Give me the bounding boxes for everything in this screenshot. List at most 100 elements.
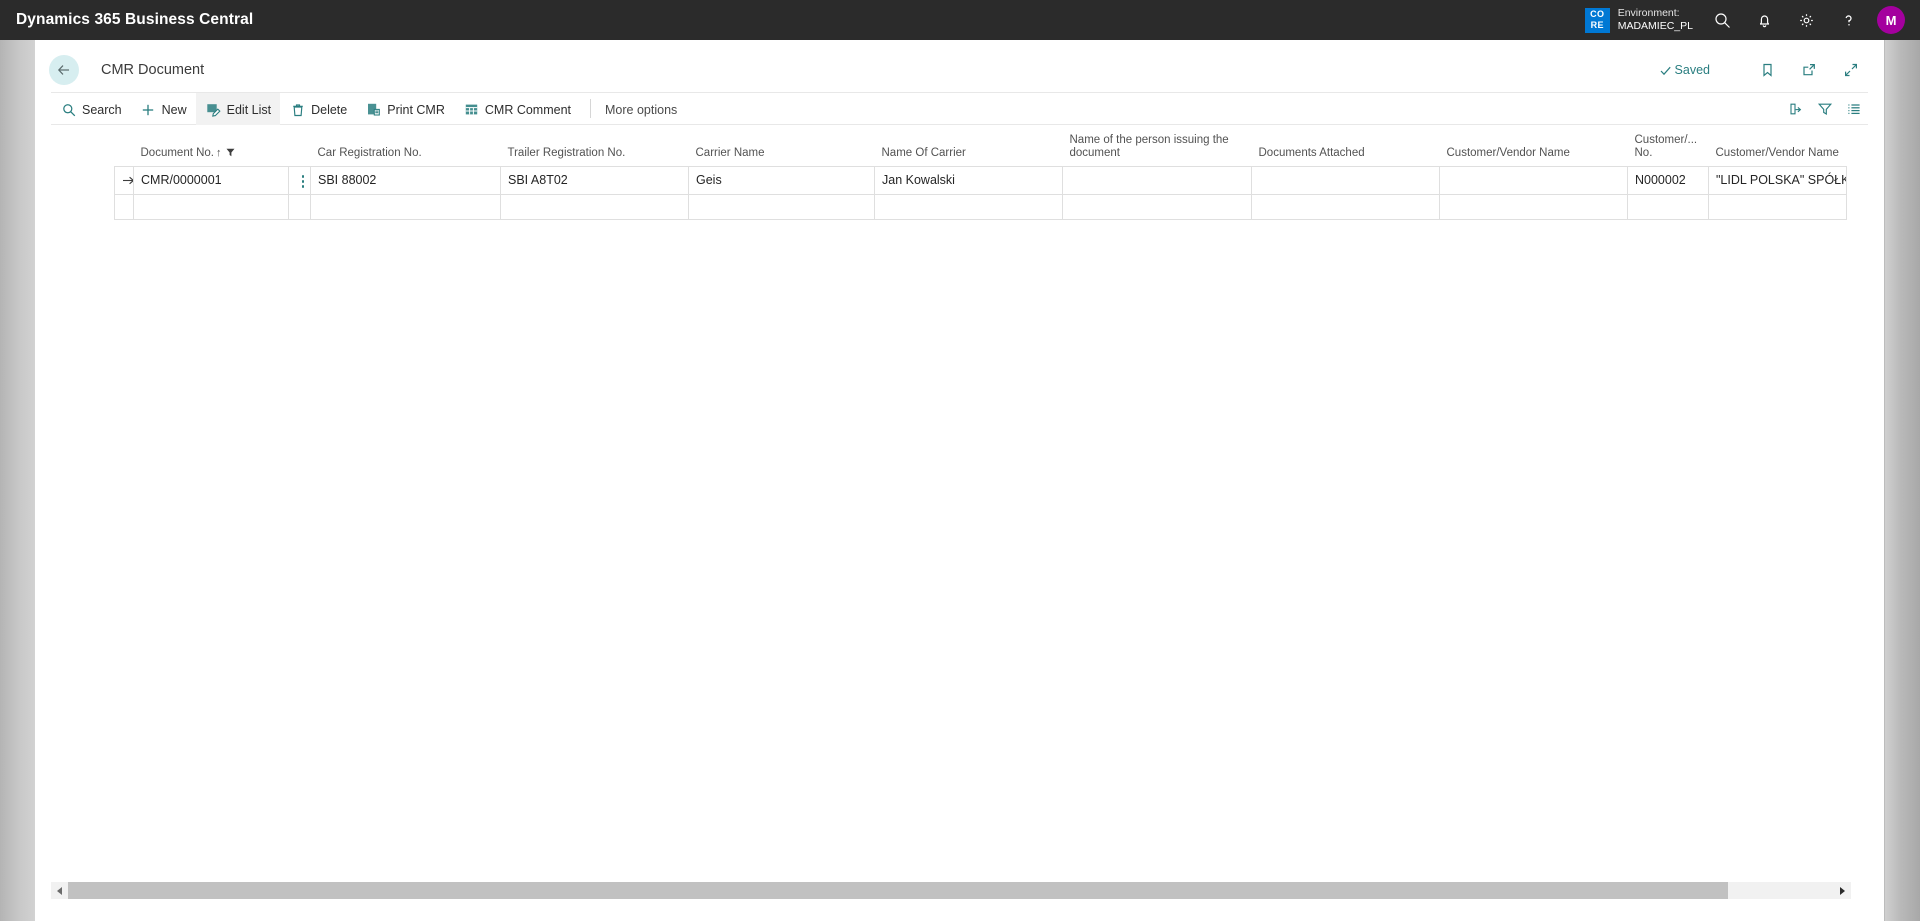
cmr-document-table: Document No. ↑ Car Registration No. Trailer… xyxy=(114,125,1847,220)
print-cmr-button[interactable]: Print CMR xyxy=(356,93,454,126)
table-cell[interactable] xyxy=(1627,193,1709,220)
left-page-gutter xyxy=(0,40,35,921)
column-header-6[interactable]: Documents Attached xyxy=(1252,125,1440,166)
open-in-excel-icon[interactable] xyxy=(1781,92,1810,125)
company-logo-line2: RE xyxy=(1590,19,1604,30)
table-cell[interactable] xyxy=(1251,193,1440,220)
table-cell[interactable] xyxy=(688,193,875,220)
plus-icon xyxy=(140,101,157,118)
page-header: CMR Document Saved xyxy=(35,48,1884,92)
table-cell[interactable] xyxy=(1062,165,1252,195)
horizontal-scrollbar-track[interactable] xyxy=(68,882,1834,899)
table-cell[interactable] xyxy=(1062,193,1252,220)
collapse-icon[interactable] xyxy=(1836,56,1866,84)
scroll-right-button[interactable] xyxy=(1834,882,1851,899)
row-indicator-header xyxy=(115,125,134,166)
table-cell[interactable] xyxy=(500,193,689,220)
user-avatar[interactable]: M xyxy=(1877,6,1905,34)
table-cell[interactable]: CMR/0000001 xyxy=(133,165,289,195)
row-menu-cell[interactable] xyxy=(288,165,311,195)
column-header-2[interactable]: Trailer Registration No. xyxy=(501,125,689,166)
column-header-7[interactable]: Customer/Vendor Name xyxy=(1440,125,1628,166)
cmr-comment-button[interactable]: CMR Comment xyxy=(454,93,580,126)
table-body: CMR/0000001 SBI 88002 SBI A8T02 Geis Jan Kow… xyxy=(114,165,1847,220)
column-header-9[interactable]: Customer/Vendor Name xyxy=(1709,125,1847,166)
table-cell[interactable]: SBI 88002 xyxy=(310,165,501,195)
comment-grid-icon xyxy=(463,101,480,118)
table-cell[interactable] xyxy=(874,193,1063,220)
new-button[interactable]: New xyxy=(131,93,196,126)
column-header-label: Carrier Name xyxy=(695,146,765,159)
more-options-button[interactable]: More options xyxy=(601,93,686,126)
horizontal-scrollbar[interactable] xyxy=(51,882,1851,899)
top-navigation-bar: Dynamics 365 Business Central CO RE Envi… xyxy=(0,0,1920,40)
back-arrow-icon[interactable] xyxy=(49,55,79,85)
column-header-4[interactable]: Name Of Carrier xyxy=(875,125,1063,166)
printer-icon xyxy=(365,101,382,118)
search-button-label: Search xyxy=(82,102,122,117)
column-header-1[interactable]: Car Registration No. xyxy=(311,125,501,166)
environment-value: MADAMIEC_PL xyxy=(1617,20,1693,32)
column-header-label: Name Of Carrier xyxy=(881,146,966,159)
scroll-left-button[interactable] xyxy=(51,882,68,899)
column-header-label: Car Registration No. xyxy=(317,146,422,159)
column-header-label: Name of the person issuing the document xyxy=(1069,133,1229,159)
column-filter-icon[interactable] xyxy=(226,148,235,157)
table-cell[interactable]: "LIDL POLSKA" SPÓŁKA xyxy=(1708,165,1847,195)
company-logo-icon: CO RE xyxy=(1584,7,1610,33)
edit-list-button-label: Edit List xyxy=(226,102,272,117)
table-row[interactable] xyxy=(114,193,1847,220)
table-cell[interactable] xyxy=(1439,193,1628,220)
cmr-document-list-grid[interactable]: Document No. ↑ Car Registration No. Trailer… xyxy=(51,125,1868,845)
column-header-label: Trailer Registration No. xyxy=(507,146,626,159)
column-header-label: Customer/... No. xyxy=(1634,133,1698,159)
show-list-icon[interactable] xyxy=(1839,92,1868,125)
table-cell[interactable]: N000002 xyxy=(1627,165,1709,195)
table-row[interactable]: CMR/0000001 SBI 88002 SBI A8T02 Geis Jan Kow… xyxy=(114,165,1847,195)
search-icon xyxy=(60,101,77,118)
environment-badge[interactable]: CO RE Environment: MADAMIEC_PL xyxy=(1584,0,1693,40)
table-cell[interactable] xyxy=(1708,193,1847,220)
column-header-0[interactable]: Document No. ↑ xyxy=(134,125,289,166)
vertical-scrollbar[interactable] xyxy=(1885,40,1920,921)
column-header-label: Document No. xyxy=(140,146,215,159)
table-cell[interactable]: SBI A8T02 xyxy=(500,165,689,195)
page-title: CMR Document xyxy=(101,62,205,78)
row-menu-dots-icon[interactable] xyxy=(301,169,305,193)
company-logo-line1: CO xyxy=(1590,8,1605,19)
environment-text: Environment: MADAMIEC_PL xyxy=(1618,7,1693,33)
row-arrow-icon xyxy=(123,177,133,185)
delete-button-label: Delete xyxy=(311,102,348,117)
row-indicator-cell xyxy=(114,165,134,195)
help-question-icon[interactable] xyxy=(1827,0,1869,40)
open-in-new-window-icon[interactable] xyxy=(1794,56,1824,84)
column-header-8[interactable]: Customer/... No. xyxy=(1628,125,1709,166)
row-menu-header xyxy=(289,125,311,166)
table-cell[interactable] xyxy=(310,193,501,220)
print-cmr-button-label: Print CMR xyxy=(387,102,445,117)
app-brand-title: Dynamics 365 Business Central xyxy=(16,11,254,28)
table-cell[interactable]: Jan Kowalski xyxy=(874,165,1063,195)
column-header-5[interactable]: Name of the person issuing the document xyxy=(1063,125,1252,166)
table-cell[interactable] xyxy=(1251,165,1440,195)
filter-funnel-icon[interactable] xyxy=(1810,92,1839,125)
table-cell[interactable] xyxy=(133,193,289,220)
search-button[interactable]: Search xyxy=(51,93,131,126)
settings-gear-icon[interactable] xyxy=(1785,0,1827,40)
edit-list-button[interactable]: Edit List xyxy=(195,93,281,126)
row-menu-cell[interactable] xyxy=(288,193,311,220)
horizontal-scrollbar-thumb[interactable] xyxy=(68,882,1728,899)
column-header-label: Customer/Vendor Name xyxy=(1715,146,1839,159)
status-badge-label: Saved xyxy=(1674,63,1710,77)
command-bar: Search New Edit List Delete Print CMR CM… xyxy=(51,92,1868,126)
table-cell[interactable]: Geis xyxy=(688,165,875,195)
sort-ascending-icon: ↑ xyxy=(216,146,222,159)
bookmark-icon[interactable] xyxy=(1752,56,1782,84)
table-cell[interactable] xyxy=(1439,165,1628,195)
command-bar-divider xyxy=(590,99,592,118)
trash-icon xyxy=(289,101,306,118)
column-header-3[interactable]: Carrier Name xyxy=(689,125,875,166)
notifications-bell-icon[interactable] xyxy=(1743,0,1785,40)
delete-button[interactable]: Delete xyxy=(280,93,356,126)
search-icon[interactable] xyxy=(1701,0,1743,40)
